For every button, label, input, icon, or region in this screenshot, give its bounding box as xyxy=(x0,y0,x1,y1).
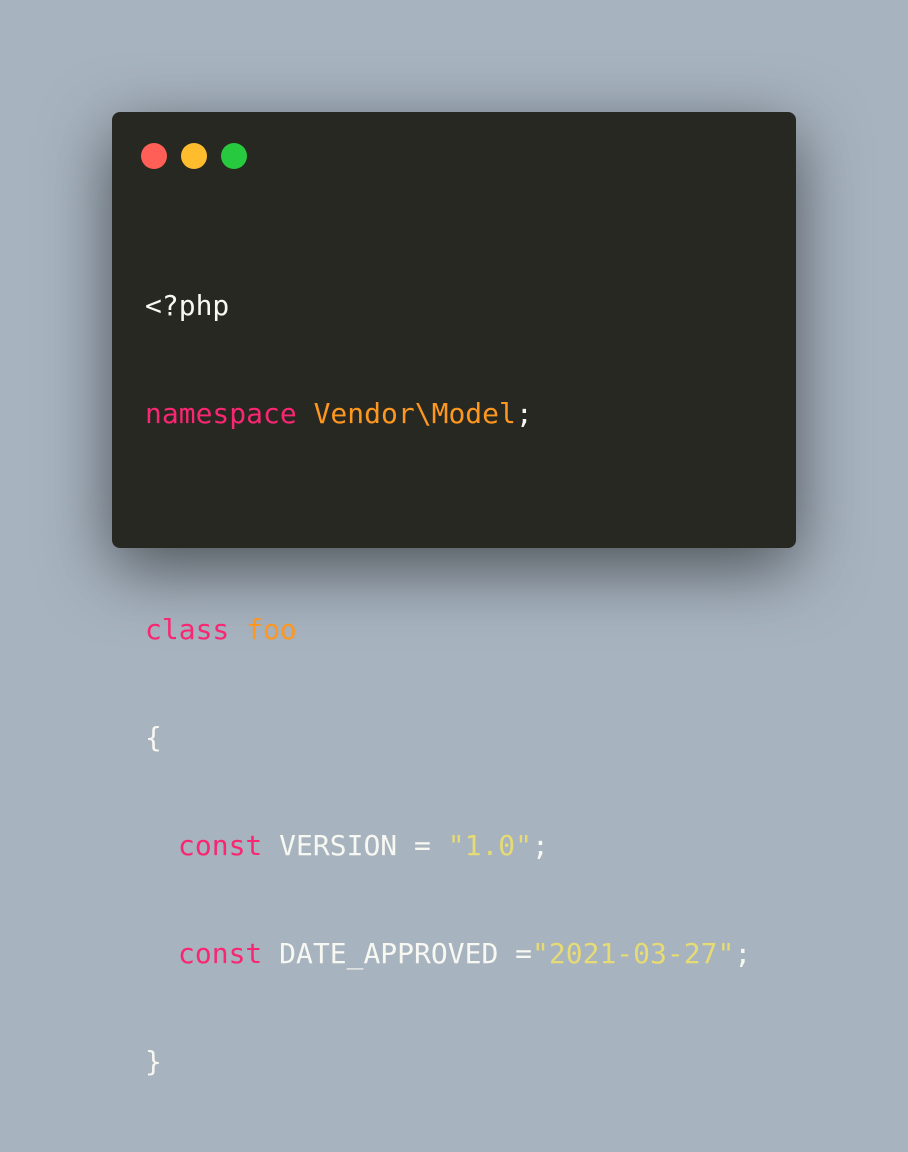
php-open-tag: <?php xyxy=(145,289,230,322)
code-block: <?php namespace Vendor\Model; class foo … xyxy=(145,216,751,1152)
semicolon-token: ; xyxy=(515,397,533,430)
code-line-2: namespace Vendor\Model; xyxy=(145,396,751,432)
class-keyword: class xyxy=(145,613,230,646)
class-name: foo xyxy=(246,613,297,646)
namespace-name: Vendor\Model xyxy=(313,397,516,430)
code-line-6: const VERSION = "1.0"; xyxy=(145,828,751,864)
close-button[interactable] xyxy=(141,143,167,169)
code-line-5: { xyxy=(145,720,751,756)
const-name: VERSION = xyxy=(262,829,448,862)
const-value: "2021-03-27" xyxy=(532,937,735,970)
code-window: <?php namespace Vendor\Model; class foo … xyxy=(112,112,796,1078)
const-keyword: const xyxy=(178,937,263,970)
code-line-1: <?php xyxy=(145,288,751,324)
code-line-4: class foo xyxy=(145,612,751,648)
const-name: DATE_APPROVED = xyxy=(262,937,533,970)
code-line-8: } xyxy=(145,1044,751,1080)
maximize-button[interactable] xyxy=(221,143,247,169)
const-value: "1.0" xyxy=(447,829,533,862)
semicolon-token: ; xyxy=(734,937,752,970)
const-keyword: const xyxy=(178,829,263,862)
close-brace: } xyxy=(145,1045,162,1078)
code-line-7: const DATE_APPROVED ="2021-03-27"; xyxy=(145,936,751,972)
namespace-keyword: namespace xyxy=(145,397,297,430)
minimize-button[interactable] xyxy=(181,143,207,169)
semicolon-token: ; xyxy=(532,829,549,862)
open-brace: { xyxy=(145,721,162,754)
